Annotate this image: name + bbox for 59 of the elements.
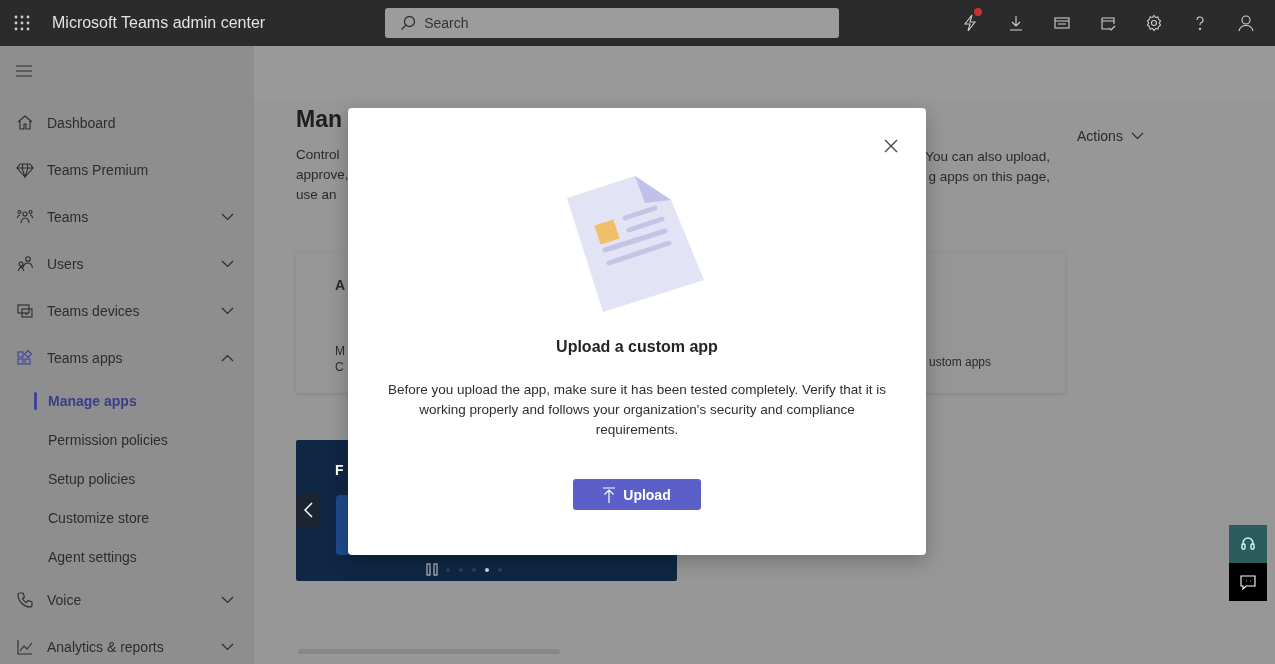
dialog-message: Before you upload the app, make sure it has been tested completely. Verify that it is working properly and follows your organization's security and compliance requirements. bbox=[387, 381, 887, 439]
phone-icon bbox=[16, 590, 34, 609]
home-icon bbox=[16, 113, 34, 132]
nav-subitem[interactable]: Manage apps bbox=[0, 381, 254, 420]
nav-item[interactable]: Teams devices bbox=[0, 287, 254, 334]
app-title: Microsoft Teams admin center bbox=[52, 14, 266, 32]
description-text: You can also upload, bbox=[925, 148, 1050, 166]
menu-icon[interactable] bbox=[16, 65, 32, 77]
banner-heading: F bbox=[335, 462, 345, 478]
carousel-dot[interactable] bbox=[485, 567, 489, 572]
card-text: M bbox=[335, 343, 345, 359]
apps-icon bbox=[16, 348, 34, 367]
close-icon bbox=[884, 139, 898, 153]
dialog-title: Upload a custom app bbox=[556, 338, 718, 356]
page-title: Man bbox=[296, 106, 343, 133]
diamond-icon bbox=[16, 160, 34, 179]
people-icon bbox=[16, 254, 34, 273]
search-field[interactable]: Search bbox=[385, 8, 840, 38]
card-heading: A bbox=[335, 277, 347, 293]
chevron-down-icon bbox=[1130, 132, 1144, 140]
description-text: approve, bbox=[296, 166, 348, 184]
upload-button[interactable]: Upload bbox=[573, 479, 701, 510]
chat-icon bbox=[1240, 574, 1256, 590]
actions-menu[interactable]: Actions bbox=[1077, 128, 1144, 144]
calendar-check-icon bbox=[1099, 14, 1117, 32]
nav-item[interactable]: Teams Premium bbox=[0, 146, 254, 193]
previous-button[interactable] bbox=[296, 493, 320, 527]
nav-subitem[interactable]: Customize store bbox=[0, 498, 254, 537]
devices-icon bbox=[16, 301, 34, 320]
lightning-icon bbox=[961, 14, 979, 32]
console-icon bbox=[1053, 14, 1071, 32]
nav-item[interactable]: Users bbox=[0, 240, 254, 287]
pause-icon[interactable] bbox=[426, 563, 438, 576]
card-text: C bbox=[335, 359, 344, 375]
card-text: ustom apps bbox=[929, 355, 992, 369]
description-text: Control bbox=[296, 146, 341, 164]
nav-subitem[interactable]: Permission policies bbox=[0, 420, 254, 459]
download-icon bbox=[1007, 14, 1025, 32]
nav-item[interactable]: Analytics & reports bbox=[0, 623, 254, 664]
chevron-left-icon bbox=[303, 502, 313, 518]
nav-item[interactable]: Voice bbox=[0, 576, 254, 623]
app-tile[interactable] bbox=[336, 495, 348, 555]
settings-icon bbox=[1145, 14, 1163, 32]
nav-item[interactable]: Teams apps bbox=[0, 334, 254, 381]
people-group-icon bbox=[16, 207, 34, 226]
nav-subitem[interactable]: Setup policies bbox=[0, 459, 254, 498]
description-text: use an bbox=[296, 186, 338, 204]
upload-icon bbox=[603, 486, 616, 503]
account-icon bbox=[1237, 14, 1255, 32]
line-chart-icon bbox=[16, 637, 34, 656]
headset-icon bbox=[1241, 536, 1255, 552]
nav-item[interactable]: Teams bbox=[0, 193, 254, 240]
nav-subitem[interactable]: Agent settings bbox=[0, 537, 254, 576]
search-icon bbox=[400, 15, 417, 31]
description-text: g apps on this page, bbox=[928, 168, 1050, 186]
app-launcher-icon[interactable] bbox=[14, 15, 30, 31]
feedback-button[interactable] bbox=[1229, 563, 1267, 601]
nav-item[interactable]: Dashboard bbox=[0, 99, 254, 146]
help-button[interactable] bbox=[1229, 525, 1267, 563]
